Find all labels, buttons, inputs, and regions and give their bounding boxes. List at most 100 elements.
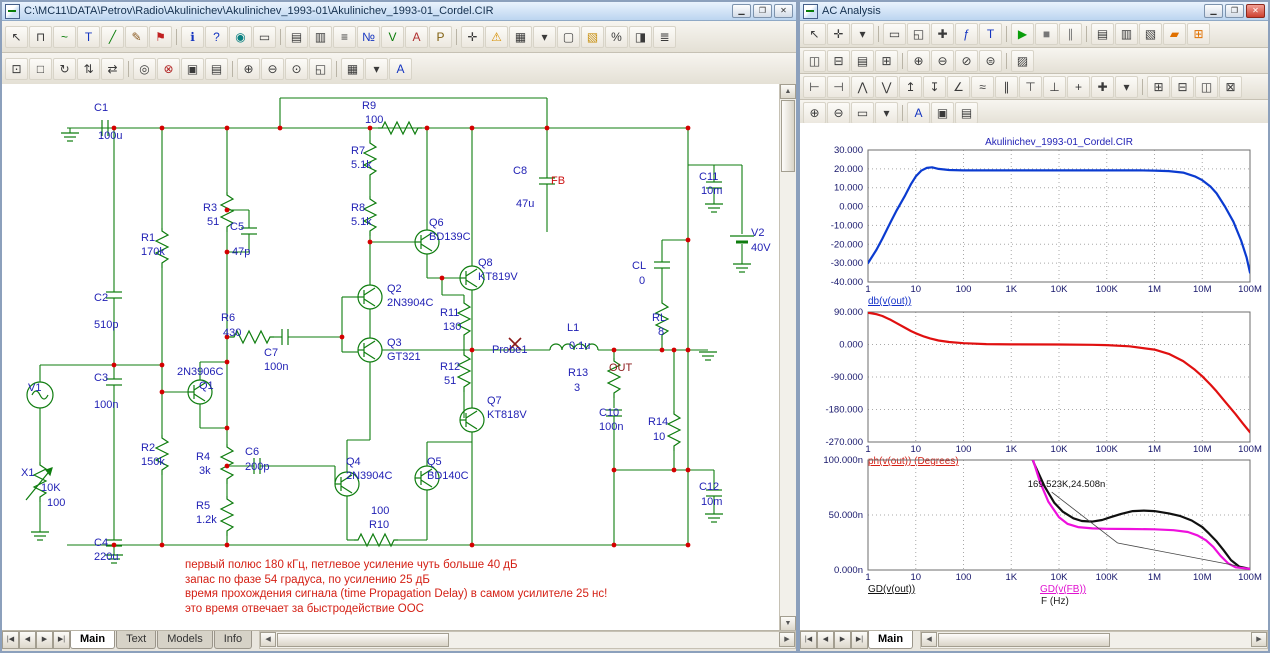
select-arrow-icon[interactable]: ↖ xyxy=(5,25,28,48)
component-label-r13[interactable]: R13 xyxy=(568,368,588,379)
zoom-window-icon[interactable]: ▭ xyxy=(851,101,874,124)
component-label-fb[interactable]: FB xyxy=(551,176,565,187)
component-label-100n[interactable]: 100n xyxy=(264,362,288,373)
component-label-100[interactable]: 100 xyxy=(47,498,65,509)
component-label-rl[interactable]: RL xyxy=(652,313,666,324)
component-label-bd140c[interactable]: BD140C xyxy=(427,471,469,482)
component-label-c8[interactable]: C8 xyxy=(513,166,527,177)
run-icon[interactable]: ▶ xyxy=(1011,23,1034,45)
state-variables-icon[interactable]: ▧ xyxy=(1139,23,1162,45)
help-mode-icon[interactable]: ? xyxy=(205,25,228,48)
component-label-c12[interactable]: C12 xyxy=(699,482,719,493)
component-label-r14[interactable]: R14 xyxy=(648,417,668,428)
curve-db(v(out))[interactable] xyxy=(868,166,1250,274)
horizontal-scrollbar[interactable]: ◀ ▶ xyxy=(920,631,1268,649)
pause-icon[interactable]: ∥ xyxy=(1059,23,1082,45)
properties-icon[interactable]: ≣ xyxy=(653,25,676,48)
scale-mode-icon[interactable]: ◱ xyxy=(907,23,930,45)
last-page-button[interactable]: ▶| xyxy=(53,631,70,649)
probe-window-icon[interactable]: ▰ xyxy=(1163,23,1186,45)
top-icon[interactable]: ⊤ xyxy=(1019,75,1042,98)
models-icon[interactable]: ▥ xyxy=(309,25,332,48)
minimize-button[interactable]: ▁ xyxy=(1204,4,1223,18)
current-probe-icon[interactable]: A xyxy=(405,25,428,48)
component-label-40v[interactable]: 40V xyxy=(751,243,771,254)
power-probe-icon[interactable]: P xyxy=(429,25,452,48)
fit-page-icon[interactable]: ◱ xyxy=(309,57,332,80)
component-label-r2[interactable]: R2 xyxy=(141,443,155,454)
component-label-220u[interactable]: 220u xyxy=(94,552,118,563)
minimize-button[interactable]: ▁ xyxy=(732,4,751,18)
magnify-region-icon[interactable]: ⊘ xyxy=(955,49,978,72)
right-cursor-icon[interactable]: ⊣ xyxy=(827,75,850,98)
cursor-mode-icon[interactable]: ✛ xyxy=(827,23,850,45)
component-label-47p[interactable]: 47p xyxy=(232,247,250,258)
component-label-r12[interactable]: R12 xyxy=(440,362,460,373)
close-button[interactable]: ✕ xyxy=(1246,4,1265,18)
mode-dropdown[interactable]: ▾ xyxy=(365,57,388,80)
component-label-x1[interactable]: X1 xyxy=(21,468,34,479)
schematic-canvas[interactable]: C1 100u R9 100 R7 5.1k R3 51 C5 47p R8 5.1k C8 47u FB C… xyxy=(2,84,780,631)
component-label-2n3906c[interactable]: 2N3906C xyxy=(177,367,223,378)
cursor-pair-icon[interactable]: ∥ xyxy=(995,75,1018,98)
component-icon[interactable]: ⊓ xyxy=(29,25,52,48)
component-label-c6[interactable]: C6 xyxy=(245,447,259,458)
copy-graph-icon[interactable]: ▣ xyxy=(931,101,954,124)
component-label-r8[interactable]: R8 xyxy=(351,203,365,214)
analysis-limits-icon[interactable]: ▤ xyxy=(1091,23,1114,45)
component-label-q2[interactable]: Q2 xyxy=(387,284,402,295)
component-label-gt321[interactable]: GT321 xyxy=(387,352,421,363)
rotate-icon[interactable]: ↻ xyxy=(53,57,76,80)
component-label-150k[interactable]: 150k xyxy=(141,457,165,468)
node-numbers-icon[interactable]: № xyxy=(357,25,380,48)
new-page-icon[interactable]: ▢ xyxy=(557,25,580,48)
component-label-r5[interactable]: R5 xyxy=(196,501,210,512)
zoom-out-icon[interactable]: ⊖ xyxy=(827,101,850,124)
zoom-out-icon[interactable]: ⊖ xyxy=(261,57,284,80)
tab-models[interactable]: Models xyxy=(157,631,213,649)
branch-icon[interactable]: ◫ xyxy=(1195,75,1218,98)
function-icon[interactable]: ƒ xyxy=(955,23,978,45)
select-box-icon[interactable]: ▭ xyxy=(253,25,276,48)
probe-dropdown[interactable]: ▾ xyxy=(851,23,874,45)
component-label-c1[interactable]: C1 xyxy=(94,103,108,114)
scroll-up-arrow[interactable]: ▲ xyxy=(780,84,796,99)
component-label-8[interactable]: 8 xyxy=(658,327,664,338)
copy-numeric-icon[interactable]: ▤ xyxy=(955,101,978,124)
prev-page-button[interactable]: ◀ xyxy=(19,631,36,649)
component-label-510p[interactable]: 510p xyxy=(94,320,118,331)
scroll-thumb[interactable] xyxy=(938,633,1111,647)
component-label-0[interactable]: 0 xyxy=(639,276,645,287)
zoom-select-icon[interactable]: ▭ xyxy=(883,23,906,45)
tab-text[interactable]: Text xyxy=(116,631,157,649)
component-label-100n[interactable]: 100n xyxy=(599,422,623,433)
properties-grid-icon[interactable]: ⊞ xyxy=(1187,23,1210,45)
component-label-100[interactable]: 100 xyxy=(371,506,389,517)
restore-scale-icon[interactable]: ⊜ xyxy=(979,49,1002,72)
component-label-c5[interactable]: C5 xyxy=(230,222,244,233)
flip-vertical-icon[interactable]: ⇅ xyxy=(77,57,100,80)
component-label-v1[interactable]: V1 xyxy=(28,383,41,394)
zoom-in-icon[interactable]: ⊕ xyxy=(803,101,826,124)
component-label-q6[interactable]: Q6 xyxy=(429,218,444,229)
component-label-q3[interactable]: Q3 xyxy=(387,338,402,349)
pan-icon[interactable]: ✚ xyxy=(931,23,954,45)
zoom-in-icon[interactable]: ⊕ xyxy=(237,57,260,80)
component-label-r10[interactable]: R10 xyxy=(369,520,389,531)
component-label-c7[interactable]: C7 xyxy=(264,348,278,359)
text-a-icon[interactable]: A xyxy=(389,57,412,80)
text-mode-icon[interactable]: T xyxy=(77,25,100,48)
horizontal-scrollbar[interactable]: ◀ ▶ xyxy=(259,631,796,649)
component-label-v2[interactable]: V2 xyxy=(751,228,764,239)
flag-icon[interactable]: ⚑ xyxy=(149,25,172,48)
file-icon[interactable]: ▤ xyxy=(285,25,308,48)
scroll-thumb[interactable] xyxy=(277,633,450,647)
component-label-r4[interactable]: R4 xyxy=(196,452,210,463)
component-label-c10[interactable]: C10 xyxy=(599,408,619,419)
grid-icon[interactable]: ▦ xyxy=(509,25,532,48)
vertical-scrollbar[interactable]: ▲ ▼ xyxy=(779,84,796,631)
tile-horizontal-icon[interactable]: ⊟ xyxy=(827,49,850,72)
text-a-icon[interactable]: A xyxy=(907,101,930,124)
restore-button[interactable]: ❐ xyxy=(753,4,772,18)
valley-icon[interactable]: ⋁ xyxy=(875,75,898,98)
